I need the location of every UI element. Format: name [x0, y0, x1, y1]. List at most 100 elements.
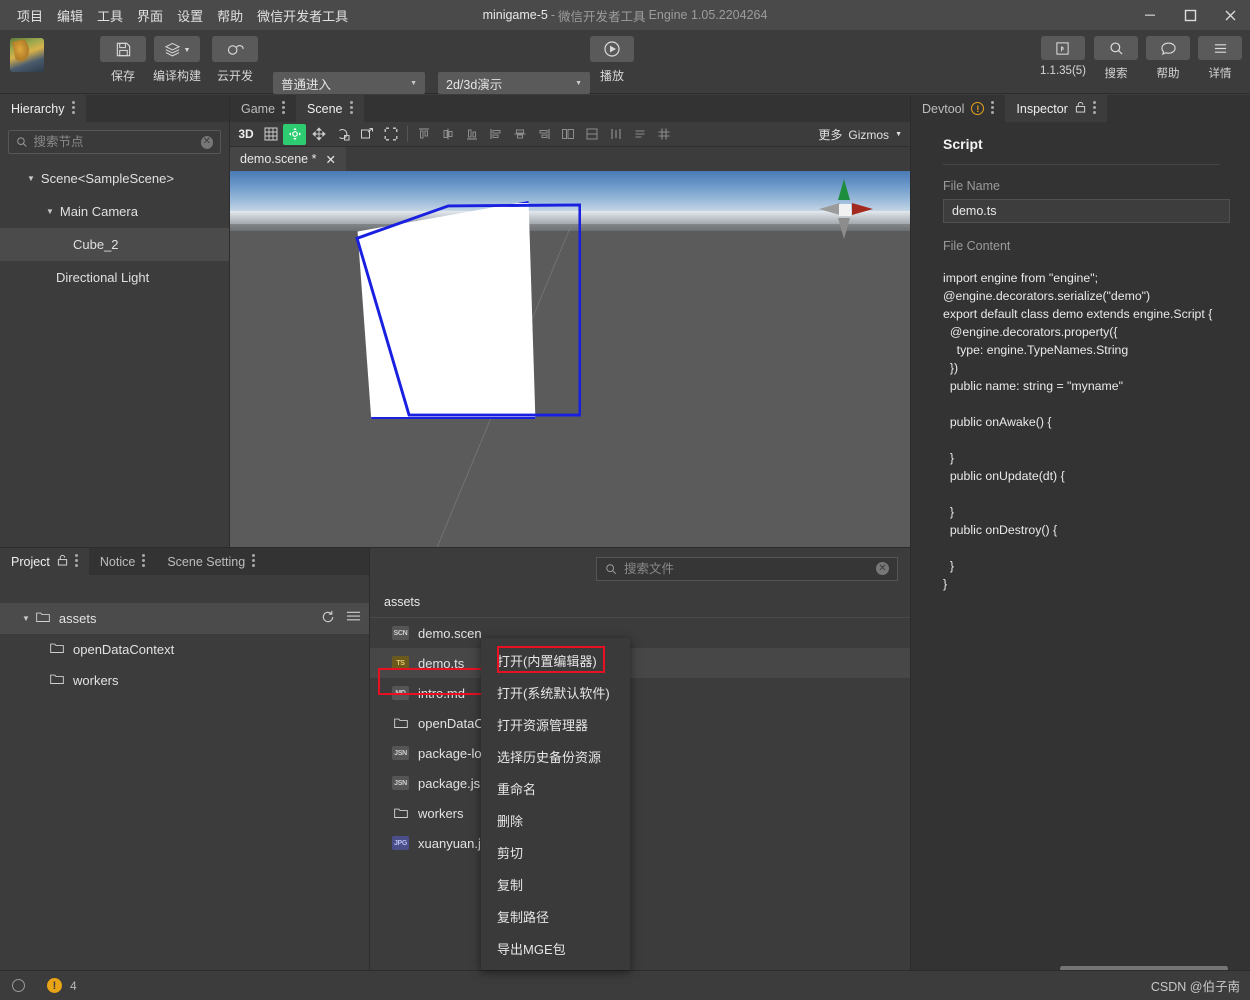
- menu-item-wechat-devtools[interactable]: 微信开发者工具: [250, 3, 355, 28]
- file-name-field[interactable]: demo.ts: [943, 199, 1230, 223]
- clear-icon[interactable]: ✕: [200, 135, 213, 149]
- mode-select[interactable]: 普通进入 ▼: [273, 72, 425, 94]
- project-tree-item-assets[interactable]: ▼ assets: [0, 603, 369, 634]
- asset-row-demo-scene[interactable]: SCN demo.scen: [370, 618, 910, 648]
- details-button[interactable]: 详情: [1198, 36, 1242, 81]
- search-button[interactable]: 搜索: [1094, 36, 1138, 81]
- align-left-icon[interactable]: [484, 124, 507, 145]
- align-hcenter-icon[interactable]: [508, 124, 531, 145]
- tab-scene[interactable]: Scene: [296, 95, 364, 122]
- refresh-icon[interactable]: [321, 610, 335, 627]
- snap-grid-icon[interactable]: [652, 124, 675, 145]
- context-menu-item-cut[interactable]: 剪切: [481, 836, 630, 868]
- project-tree-item-opendatacontext[interactable]: openDataContext: [0, 634, 369, 665]
- asset-row-xuanyuan-jpg[interactable]: JPG xuanyuan.j: [370, 828, 910, 858]
- project-menu-icon[interactable]: [74, 554, 78, 569]
- asset-row-intro-md[interactable]: MD intro.md: [370, 678, 910, 708]
- context-menu-item-copy-path[interactable]: 复制路径: [481, 900, 630, 932]
- scene-viewport[interactable]: [230, 171, 910, 574]
- chevron-down-icon[interactable]: ▼: [27, 174, 35, 183]
- demo-select[interactable]: 2d/3d演示 ▼: [438, 72, 590, 94]
- build-button[interactable]: ▼: [154, 36, 200, 62]
- chevron-down-icon[interactable]: ▼: [22, 614, 30, 623]
- asset-row-package-lock[interactable]: JSN package-lo: [370, 738, 910, 768]
- lock-icon[interactable]: [57, 554, 68, 569]
- asset-row-demo-ts[interactable]: TS demo.ts: [370, 648, 910, 678]
- pan-tool-icon[interactable]: [307, 124, 330, 145]
- context-menu-item-history-backup[interactable]: 选择历史备份资源: [481, 740, 630, 772]
- context-menu-item-open-explorer[interactable]: 打开资源管理器: [481, 708, 630, 740]
- inspector-menu-icon[interactable]: [1092, 101, 1096, 116]
- lock-icon[interactable]: [1075, 101, 1086, 116]
- project-tree-item-workers[interactable]: workers: [0, 665, 369, 696]
- help-button[interactable]: 帮助: [1146, 36, 1190, 81]
- align-vcenter-icon[interactable]: [436, 124, 459, 145]
- scale-tool-icon[interactable]: [355, 124, 378, 145]
- tab-project[interactable]: Project: [0, 548, 89, 575]
- tab-game[interactable]: Game: [230, 95, 297, 122]
- hierarchy-node-main-camera[interactable]: ▼ Main Camera: [0, 195, 229, 228]
- tab-hierarchy[interactable]: Hierarchy: [0, 95, 86, 122]
- context-menu-item-open-default-app[interactable]: 打开(系统默认软件): [481, 676, 630, 708]
- device-version-button[interactable]: 1.1.35(5): [1040, 36, 1086, 81]
- clear-icon[interactable]: ✕: [876, 562, 889, 575]
- asset-row-package-json[interactable]: JSN package.js: [370, 768, 910, 798]
- cloud-dev-button[interactable]: [212, 36, 258, 62]
- align-right-icon[interactable]: [532, 124, 555, 145]
- asset-row-workers[interactable]: workers: [370, 798, 910, 828]
- menu-item-help[interactable]: 帮助: [210, 3, 250, 28]
- distribute-v-icon[interactable]: [580, 124, 603, 145]
- game-menu-icon[interactable]: [282, 101, 286, 116]
- menu-item-interface[interactable]: 界面: [130, 3, 170, 28]
- grid-icon[interactable]: [259, 124, 282, 145]
- assets-search-input[interactable]: [624, 561, 869, 576]
- context-menu-item-export-mge[interactable]: 导出MGE包: [481, 932, 630, 964]
- axis-gizmo[interactable]: [818, 178, 873, 239]
- warning-icon[interactable]: !: [47, 978, 62, 993]
- tab-devtool[interactable]: Devtool !: [911, 95, 1006, 122]
- align-bottom-icon[interactable]: [460, 124, 483, 145]
- file-content-code[interactable]: import engine from "engine"; @engine.dec…: [911, 259, 1250, 593]
- distribute-h-icon[interactable]: [556, 124, 579, 145]
- scene-file-tab[interactable]: demo.scene * ✕: [230, 147, 346, 171]
- context-menu-item-open-builtin-editor[interactable]: 打开(内置编辑器): [481, 644, 630, 676]
- rect-tool-icon[interactable]: [379, 124, 402, 145]
- minimize-button[interactable]: [1130, 0, 1170, 30]
- menu-item-tools[interactable]: 工具: [90, 3, 130, 28]
- maximize-button[interactable]: [1170, 0, 1210, 30]
- tab-scene-setting[interactable]: Scene Setting: [156, 548, 267, 575]
- save-button[interactable]: [100, 36, 146, 62]
- hierarchy-menu-icon[interactable]: [71, 101, 75, 116]
- hierarchy-search[interactable]: ✕: [8, 130, 221, 154]
- hamburger-icon[interactable]: [346, 610, 361, 627]
- toggle-3d-button[interactable]: 3D: [234, 124, 258, 145]
- spacing-icon[interactable]: [604, 124, 627, 145]
- hierarchy-node-scene[interactable]: ▼ Scene<SampleScene>: [0, 162, 229, 195]
- scene-setting-menu-icon[interactable]: [252, 554, 256, 569]
- move-tool-icon[interactable]: [283, 123, 306, 145]
- align-top-icon[interactable]: [412, 124, 435, 145]
- context-menu-item-delete[interactable]: 删除: [481, 804, 630, 836]
- gizmos-dropdown[interactable]: 更多 Gizmos ▼: [818, 122, 902, 147]
- assets-search[interactable]: ✕: [596, 556, 898, 581]
- close-button[interactable]: [1210, 0, 1250, 30]
- context-menu-item-copy[interactable]: 复制: [481, 868, 630, 900]
- hierarchy-search-input[interactable]: [33, 135, 195, 149]
- status-indicator-icon[interactable]: [12, 979, 25, 992]
- tab-inspector[interactable]: Inspector: [1005, 95, 1107, 122]
- stack-icon[interactable]: [628, 124, 651, 145]
- menu-item-settings[interactable]: 设置: [170, 3, 210, 28]
- menu-item-edit[interactable]: 编辑: [50, 3, 90, 28]
- play-button[interactable]: [590, 36, 634, 62]
- devtool-menu-icon[interactable]: [991, 101, 995, 116]
- menu-item-project[interactable]: 项目: [10, 3, 50, 28]
- rotate-tool-icon[interactable]: [331, 124, 354, 145]
- context-menu-item-rename[interactable]: 重命名: [481, 772, 630, 804]
- close-icon[interactable]: ✕: [325, 152, 335, 167]
- hierarchy-node-directional-light[interactable]: Directional Light: [0, 261, 229, 294]
- notice-menu-icon[interactable]: [142, 554, 146, 569]
- scene-menu-icon[interactable]: [349, 101, 353, 116]
- chevron-down-icon[interactable]: ▼: [46, 207, 54, 216]
- hierarchy-node-cube-2[interactable]: Cube_2: [0, 228, 229, 261]
- asset-row-opendatacontext[interactable]: openDataC: [370, 708, 910, 738]
